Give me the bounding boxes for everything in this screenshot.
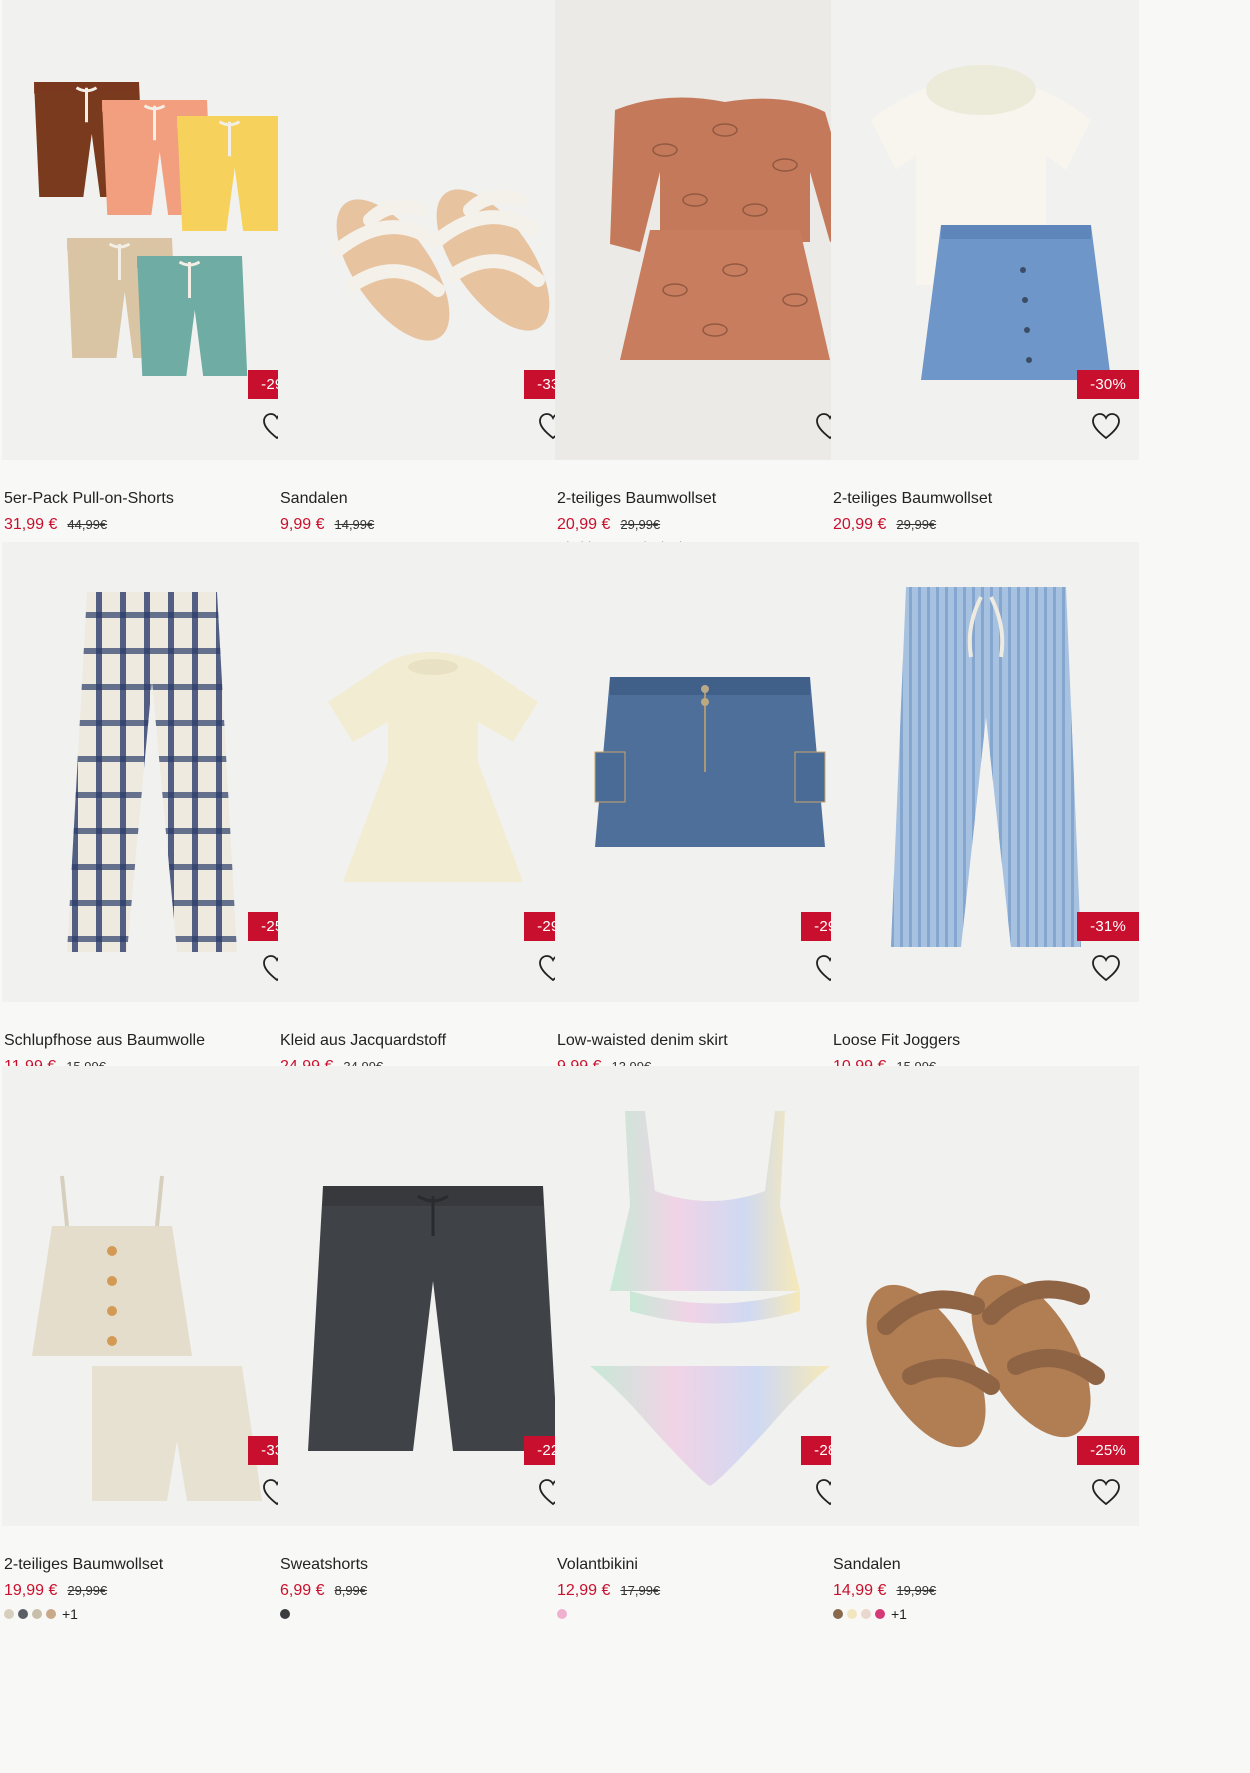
color-swatches: +1 [4,1606,78,1622]
price-row: 31,99 € 44,99€ [4,516,107,534]
color-swatch[interactable] [32,1609,42,1619]
price-row: 12,99 € 17,99€ [557,1582,660,1600]
sale-price: 9,99 € [280,516,325,533]
price-row: 6,99 € 8,99€ [280,1582,367,1600]
product-image[interactable]: -28% [555,1066,863,1526]
product-image[interactable]: -25% [2,542,310,1002]
product-image[interactable]: -22% [278,1066,586,1526]
original-price: 19,99€ [896,1583,937,1598]
product-title[interactable]: 5er-Pack Pull-on-Shorts [4,490,174,508]
color-swatch[interactable] [557,1609,567,1619]
product-card[interactable]: -29%Low-waisted denim skirt9,99 € 13,99€ [555,542,863,1095]
product-title[interactable]: Sandalen [833,1556,901,1574]
product-title[interactable]: Sweatshorts [280,1556,368,1574]
favorite-button[interactable] [1090,954,1122,987]
color-swatch[interactable] [847,1609,857,1619]
original-price: 17,99€ [620,1583,661,1598]
discount-badge: -30% [1077,370,1139,399]
original-price: 29,99€ [620,517,661,532]
product-card[interactable]: -31%Loose Fit Joggers10,99 € 15,99€+3 [831,542,1139,1097]
product-title[interactable]: 2-teiliges Baumwollset [557,490,716,508]
price-row: 9,99 € 14,99€ [280,516,374,534]
product-grid: -29% 5er-Pack Pull-on-Shorts 31,99 € 44,99… [0,0,1250,1773]
price-row: 14,99 € 19,99€ [833,1582,936,1600]
more-colors-count: +1 [891,1606,907,1622]
heart-icon [1091,954,1121,987]
price-row: 20,99 € 29,99€ [833,516,936,534]
color-swatch[interactable] [280,1609,290,1619]
product-title[interactable]: Sandalen [280,490,348,508]
product-image[interactable]: -29% [2,0,310,460]
original-price: 29,99€ [896,517,937,532]
product-card[interactable]: -29%Kleid aus Jacquardstoff24,99 € 34,99… [278,542,586,1095]
color-swatch[interactable] [861,1609,871,1619]
original-price: 8,99€ [334,1583,368,1598]
discount-badge: -31% [1077,912,1139,941]
product-image[interactable]: -33% [2,1066,310,1526]
product-title[interactable]: Loose Fit Joggers [833,1032,960,1050]
product-title[interactable]: Volantbikini [557,1556,638,1574]
price-row: 19,99 € 29,99€ [4,1582,107,1600]
color-swatches: +1 [833,1606,907,1622]
original-price: 14,99€ [334,517,375,532]
product-card[interactable]: -30% 2-teiliges Baumwollset 20,99 € 29,99€ [831,0,1139,553]
original-price: 29,99€ [67,1583,108,1598]
product-card[interactable]: -25%Schlupfhose aus Baumwolle11,99 € 15,… [2,542,310,1095]
favorite-button[interactable] [1090,1478,1122,1511]
color-swatch[interactable] [4,1609,14,1619]
product-image[interactable]: -25% [831,1066,1139,1526]
price-row: 20,99 € 29,99€ [557,516,660,534]
color-swatches [280,1609,290,1619]
product-card[interactable]: -33% Sandalen 9,99 € 14,99€ [278,0,586,553]
heart-icon [1091,1478,1121,1511]
color-swatch[interactable] [875,1609,885,1619]
product-image[interactable]: -31% [831,542,1139,1002]
product-card[interactable]: -28% Volantbikini 12,99 € 17,99€ [555,1066,863,1619]
product-card[interactable]: -29% 5er-Pack Pull-on-Shorts 31,99 € 44,99… [2,0,310,553]
product-title[interactable]: Low-waisted denim skirt [557,1032,728,1050]
product-title[interactable]: Schlupfhose aus Baumwolle [4,1032,205,1050]
original-price: 44,99€ [67,517,108,532]
sale-price: 14,99 € [833,1582,887,1599]
color-swatches [557,1609,567,1619]
product-image[interactable]: -29% [555,542,863,1002]
sale-price: 20,99 € [557,516,611,533]
product-image[interactable]: -29% [278,542,586,1002]
product-image[interactable]: -33% [278,0,586,460]
product-image[interactable] [555,0,863,460]
discount-badge: -25% [1077,1436,1139,1465]
product-title[interactable]: Kleid aus Jacquardstoff [280,1032,446,1050]
sale-price: 20,99 € [833,516,887,533]
product-image[interactable]: -30% [831,0,1139,460]
heart-icon [1091,412,1121,445]
sale-price: 31,99 € [4,516,58,533]
sale-price: 6,99 € [280,1582,325,1599]
product-title[interactable]: 2-teiliges Baumwollset [4,1556,163,1574]
color-swatch[interactable] [833,1609,843,1619]
product-title[interactable]: 2-teiliges Baumwollset [833,490,992,508]
more-colors-count: +1 [62,1606,78,1622]
color-swatch[interactable] [46,1609,56,1619]
sale-price: 19,99 € [4,1582,58,1599]
favorite-button[interactable] [1090,412,1122,445]
product-card[interactable]: 2-teiliges Baumwollset20,99 € 29,99€Nied… [555,0,863,574]
product-card[interactable]: -33% 2-teiliges Baumwollset 19,99 € 29,99€… [2,1066,310,1621]
color-swatch[interactable] [18,1609,28,1619]
product-card[interactable]: -25% Sandalen 14,99 € 19,99€ +1 [831,1066,1139,1621]
product-card[interactable]: -22% Sweatshorts 6,99 € 8,99€ [278,1066,586,1619]
sale-price: 12,99 € [557,1582,611,1599]
